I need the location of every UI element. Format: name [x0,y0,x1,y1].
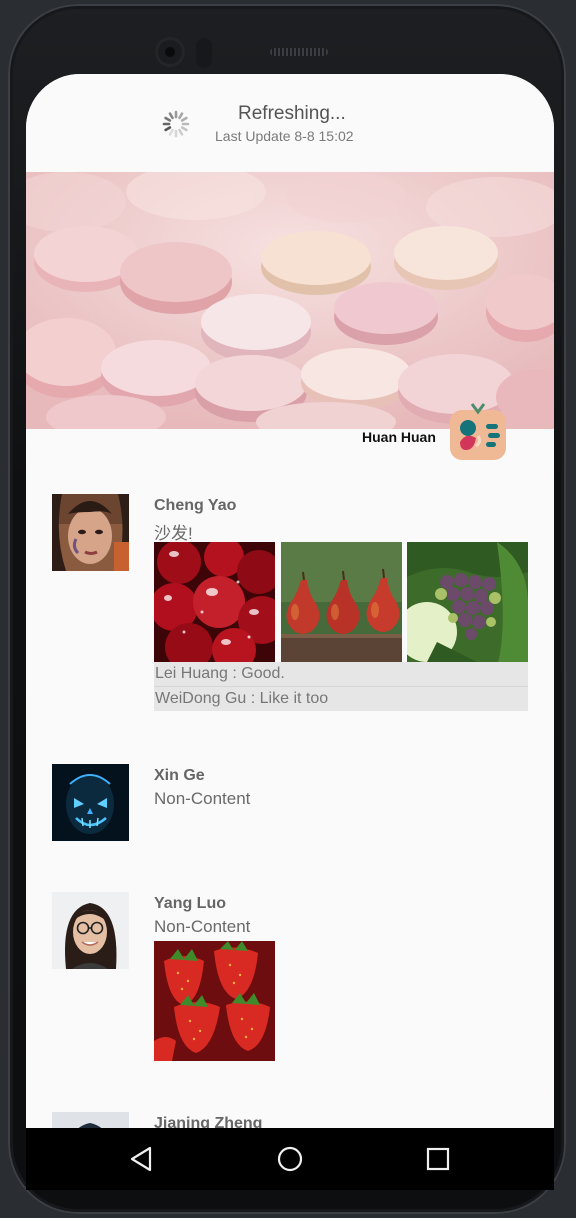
user-name[interactable]: Jianing Zheng [154,1115,262,1128]
post-content: 沙发! [154,524,193,543]
user-name[interactable]: Yang Luo [154,895,226,913]
cherries-photo[interactable] [154,542,275,663]
comment-list: Lei Huang : Good. WeiDong Gu : Like it t… [154,662,528,711]
post-content: Non-Content [154,789,251,808]
user-name[interactable]: Cheng Yao [154,497,236,515]
user-avatar[interactable] [52,494,129,571]
refresh-status-text: Refreshing... [238,103,346,124]
pears-photo[interactable] [281,542,402,663]
last-update-text: Last Update 8-8 15:02 [215,128,354,144]
earpiece-speaker [270,48,328,56]
app-screen[interactable]: Refreshing... Last Update 8-8 15:02 Huan… [26,74,554,1128]
user-avatar[interactable] [52,1112,129,1128]
comment-item[interactable]: Lei Huang : Good. [154,662,528,686]
recents-icon[interactable] [422,1143,454,1175]
strawberries-photo[interactable] [154,941,275,1061]
user-avatar[interactable] [52,764,129,841]
user-name[interactable]: Xin Ge [154,767,205,785]
cover-photo [26,172,554,429]
profile-owner-avatar[interactable] [448,402,508,462]
pull-to-refresh-header: Refreshing... Last Update 8-8 15:02 [26,74,554,172]
comment-item[interactable]: WeiDong Gu : Like it too [154,686,528,711]
home-icon[interactable] [274,1143,306,1175]
proximity-sensor [196,38,212,68]
navigation-bar [26,1128,554,1190]
user-avatar[interactable] [52,892,129,969]
loading-spinner-icon [162,110,190,138]
front-camera [158,40,182,64]
back-icon[interactable] [126,1143,158,1175]
profile-owner-name[interactable]: Huan Huan [362,429,436,445]
grapes-photo[interactable] [407,542,528,663]
post-content: Non-Content [154,917,251,936]
